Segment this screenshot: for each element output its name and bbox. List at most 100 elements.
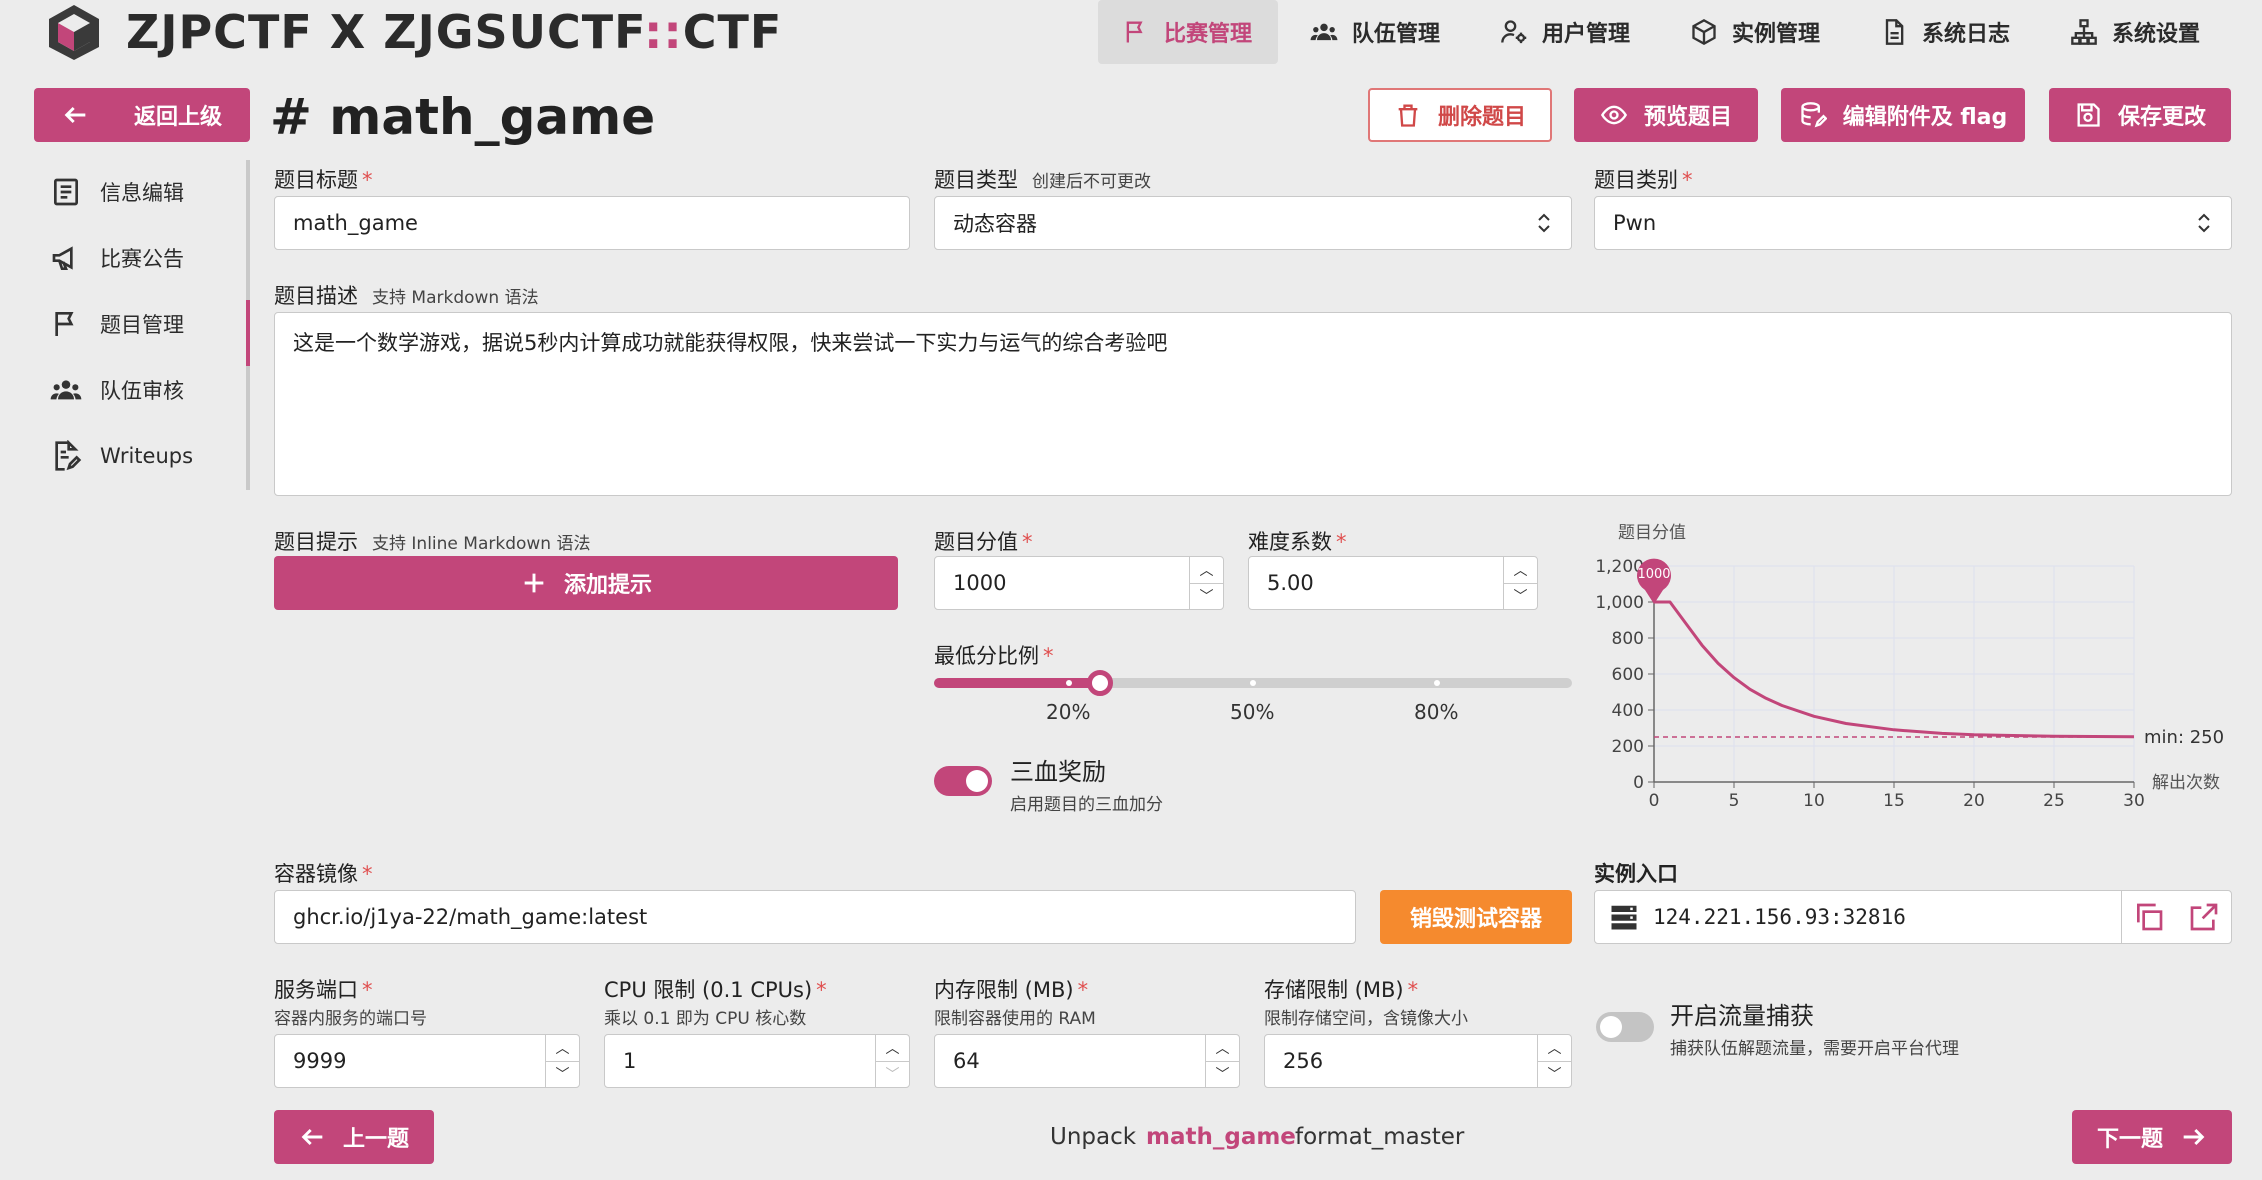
page-title: # math_game — [270, 88, 656, 146]
chart-y-tick-label: 200 — [1612, 737, 1644, 757]
storage-stepper[interactable]: ︿ ﹀ — [1537, 1035, 1571, 1087]
title-input[interactable]: math_game — [274, 196, 910, 250]
sidebar-item-challenge-manage[interactable]: 题目管理 — [50, 308, 184, 340]
min-ratio-slider-thumb[interactable] — [1087, 670, 1113, 696]
score-stepper[interactable]: ︿ ﹀ — [1189, 557, 1223, 609]
storage-label: 存储限制 (MB) * — [1264, 978, 1419, 1002]
speaker-icon — [52, 246, 73, 270]
memory-input[interactable]: 64 ︿ ﹀ — [934, 1034, 1240, 1088]
decrement-icon[interactable]: ﹀ — [876, 1060, 909, 1088]
image-input[interactable]: ghcr.io/j1ya-22/math_game:latest — [274, 890, 1356, 944]
add-hint-button[interactable]: 添加提示 — [274, 556, 898, 610]
arrow-right-icon — [2183, 1128, 2205, 1146]
chart-y-tick-label: 0 — [1633, 773, 1644, 793]
chart-x-tick-label: 10 — [1803, 791, 1825, 811]
file-log-icon — [1885, 19, 1904, 45]
chart-min-label: min: 250 — [2144, 727, 2224, 748]
cpu-label: CPU 限制 (0.1 CPUs) * — [604, 978, 827, 1002]
back-button[interactable]: 返回上级 — [34, 88, 250, 142]
entry-label: 实例入口 — [1594, 862, 1678, 886]
decrement-icon[interactable]: ﹀ — [546, 1060, 579, 1088]
delete-challenge-button[interactable]: 删除题目 — [1368, 88, 1552, 142]
database-edit-icon — [1801, 102, 1827, 128]
nav-system-settings[interactable]: 系统设置 — [2046, 0, 2242, 64]
blood-bonus-desc: 启用题目的三血加分 — [1010, 795, 1163, 815]
image-label: 容器镜像 * — [274, 862, 373, 886]
users-icon — [50, 380, 82, 400]
save-changes-button[interactable]: 保存更改 — [2049, 88, 2231, 142]
sidebar-item-announcement[interactable]: 比赛公告 — [50, 242, 184, 274]
file-text-icon — [54, 178, 78, 206]
nav-instance-manage[interactable]: 实例管理 — [1666, 0, 1846, 64]
decrement-icon[interactable]: ﹀ — [1504, 582, 1537, 610]
decrement-icon[interactable]: ﹀ — [1538, 1060, 1571, 1088]
cpu-stepper[interactable]: ︿ ﹀ — [875, 1035, 909, 1087]
flag-icon — [1126, 21, 1143, 43]
chart-x-tick-label: 15 — [1883, 791, 1905, 811]
destroy-test-container-button[interactable]: 销毁测试容器 — [1380, 890, 1572, 944]
app-title: ZJPCTF X ZJGSUCTF::CTF — [126, 5, 783, 59]
description-label: 题目描述 支持 Markdown 语法 — [274, 284, 539, 308]
decrement-icon[interactable]: ﹀ — [1190, 582, 1223, 610]
difficulty-stepper[interactable]: ︿ ﹀ — [1503, 557, 1537, 609]
blood-bonus-toggle[interactable] — [934, 766, 992, 796]
increment-icon[interactable]: ︿ — [546, 1035, 579, 1061]
edit-attachment-flag-button[interactable]: 编辑附件及 flag — [1781, 88, 2025, 142]
server-icon — [1611, 905, 1637, 930]
cpu-input[interactable]: 1 ︿ ﹀ — [604, 1034, 910, 1088]
nav-team-manage[interactable]: 队伍管理 — [1286, 0, 1466, 64]
increment-icon[interactable]: ︿ — [876, 1035, 909, 1061]
blood-bonus-title: 三血奖励 — [1010, 758, 1106, 786]
type-select[interactable]: 动态容器 — [934, 196, 1572, 250]
memory-desc: 限制容器使用的 RAM — [934, 1009, 1096, 1029]
category-select[interactable]: Pwn — [1594, 196, 2232, 250]
port-stepper[interactable]: ︿ ﹀ — [545, 1035, 579, 1087]
chart-x-tick-label: 5 — [1729, 791, 1740, 811]
chart-y-tick-label: 400 — [1612, 701, 1644, 721]
port-input[interactable]: 9999 ︿ ﹀ — [274, 1034, 580, 1088]
increment-icon[interactable]: ︿ — [1206, 1035, 1239, 1061]
increment-icon[interactable]: ︿ — [1538, 1035, 1571, 1061]
sidebar-item-team-review[interactable]: 队伍审核 — [50, 374, 184, 406]
prev-challenge-button[interactable]: 上一题 — [274, 1110, 434, 1164]
prev-challenge-name[interactable]: Unpack — [1050, 1124, 1136, 1150]
cpu-desc: 乘以 0.1 即为 CPU 核心数 — [604, 1009, 807, 1029]
chart-y-tick-label: 1,000 — [1595, 593, 1644, 613]
arrow-left-icon — [64, 106, 86, 124]
chart-x-label: 解出次数 — [2152, 773, 2220, 793]
external-link-icon[interactable] — [2188, 901, 2220, 933]
current-challenge-name: math_game — [1146, 1124, 1296, 1150]
traffic-capture-toggle[interactable] — [1596, 1012, 1654, 1042]
nav-system-log[interactable]: 系统日志 — [1856, 0, 2036, 64]
decrement-icon[interactable]: ﹀ — [1206, 1060, 1239, 1088]
score-input[interactable]: 1000 ︿ ﹀ — [934, 556, 1224, 610]
chart-y-label: 题目分值 — [1618, 523, 1686, 543]
nav-user-manage[interactable]: 用户管理 — [1476, 0, 1656, 64]
difficulty-label: 难度系数 * — [1248, 530, 1347, 554]
copy-icon[interactable] — [2133, 901, 2165, 933]
flag-icon — [55, 312, 74, 336]
increment-icon[interactable]: ︿ — [1190, 557, 1223, 583]
memory-stepper[interactable]: ︿ ﹀ — [1205, 1035, 1239, 1087]
preview-challenge-button[interactable]: 预览题目 — [1574, 88, 1758, 142]
score-label: 题目分值 * — [934, 530, 1033, 554]
save-icon — [2077, 103, 2100, 127]
storage-input[interactable]: 256 ︿ ﹀ — [1264, 1034, 1572, 1088]
storage-desc: 限制存储空间，含镜像大小 — [1264, 1009, 1468, 1029]
next-challenge-name[interactable]: format_master — [1295, 1124, 1464, 1150]
sidebar-item-info-edit[interactable]: 信息编辑 — [50, 176, 184, 208]
increment-icon[interactable]: ︿ — [1504, 557, 1537, 583]
difficulty-input[interactable]: 5.00 ︿ ﹀ — [1248, 556, 1538, 610]
description-textarea[interactable]: 这是一个数学游戏，据说5秒内计算成功就能获得权限，快来尝试一下实力与运气的综合考… — [274, 312, 2232, 496]
slider-mark-80: 80% — [1414, 700, 1459, 724]
type-label: 题目类型 创建后不可更改 — [934, 168, 1151, 192]
sidebar-item-writeups[interactable]: Writeups — [50, 440, 193, 472]
chart-y-tick-label: 800 — [1612, 629, 1644, 649]
sidebar-active-indicator — [246, 300, 250, 366]
next-challenge-button[interactable]: 下一题 — [2072, 1110, 2232, 1164]
hint-label: 题目提示 支持 Inline Markdown 语法 — [274, 530, 591, 554]
chevron-updown-icon — [1538, 213, 1550, 233]
nav-contest-manage[interactable]: 比赛管理 — [1098, 0, 1278, 64]
min-ratio-label: 最低分比例 * — [934, 644, 1054, 668]
eye-icon — [1600, 105, 1627, 125]
